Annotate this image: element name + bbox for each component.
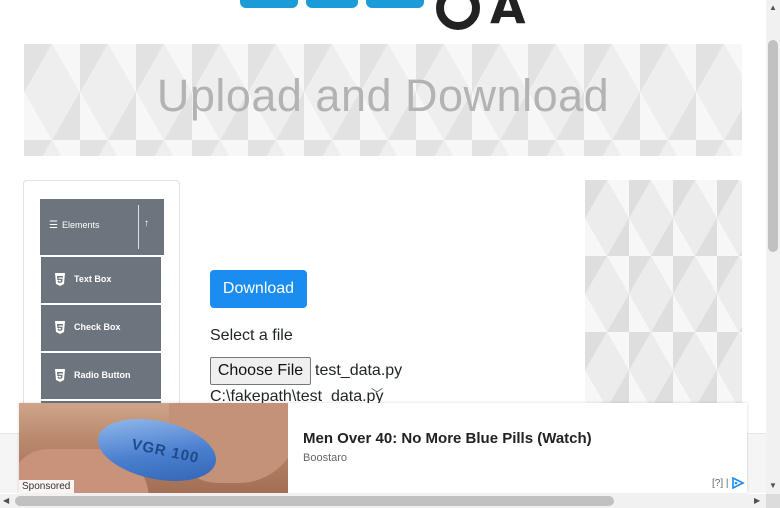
scroll-up-icon[interactable]: ▲	[769, 3, 777, 12]
page-title: Upload and Download	[156, 70, 610, 121]
horizontal-scroll-thumb[interactable]	[15, 496, 614, 506]
sidebar-item-label: Check Box	[74, 322, 121, 332]
tools-qa-logo[interactable]: A	[228, 0, 558, 36]
selected-file-name: test_data.py	[315, 362, 403, 379]
chevron-down-icon[interactable]: ﹀	[371, 385, 383, 402]
scroll-down-icon[interactable]: ▼	[769, 481, 777, 490]
ad-info-badge[interactable]: [?] |	[712, 478, 729, 489]
html5-icon	[55, 321, 65, 334]
list-icon: ☰	[49, 220, 58, 231]
horizontal-scrollbar[interactable]: ◀ ▶	[0, 494, 766, 508]
sidebar-group-label: Elements	[62, 220, 100, 230]
choose-file-button[interactable]: Choose File	[210, 357, 311, 385]
sponsored-tag: Sponsored	[19, 480, 75, 493]
sidebar-item-check-box[interactable]: Check Box	[41, 305, 161, 351]
ad-source: Boostaro	[303, 452, 348, 464]
sidebar-item-text-box[interactable]: Text Box	[41, 257, 161, 303]
logo-letter: A	[490, 0, 526, 34]
sidebar-item-label: Text Box	[74, 274, 112, 284]
sponsored-ad[interactable]: VGR 100 Sponsored Men Over 40: No More B…	[19, 403, 747, 493]
page-banner: Upload and Download	[24, 44, 742, 156]
side-ad-panel	[585, 180, 742, 440]
download-button[interactable]: Download	[210, 270, 307, 308]
logo-bar	[306, 0, 358, 8]
ad-headline[interactable]: Men Over 40: No More Blue Pills (Watch)	[303, 430, 592, 447]
arrow-up-icon[interactable]: ↑	[144, 218, 149, 229]
vertical-scroll-thumb[interactable]	[768, 40, 778, 252]
scroll-left-icon[interactable]: ◀	[3, 496, 9, 505]
sidebar: ☰ Elements ↑ Text Box Check Box Radio Bu…	[23, 180, 180, 447]
logo-bar	[240, 0, 298, 8]
scrollbar-corner	[766, 494, 780, 508]
vertical-scrollbar[interactable]: ▲ ▼	[766, 0, 780, 494]
page: A Upload and Download ☰ Elements ↑ Text …	[0, 0, 780, 508]
html5-icon	[55, 273, 65, 286]
divider	[138, 205, 139, 249]
adchoices-icon[interactable]	[731, 477, 745, 489]
logo-bar	[366, 0, 424, 8]
select-file-label: Select a file	[210, 327, 293, 344]
sidebar-item-radio-button[interactable]: Radio Button	[41, 353, 161, 399]
gear-icon	[436, 0, 480, 30]
sidebar-item-label: Radio Button	[74, 370, 131, 380]
scroll-right-icon[interactable]: ▶	[754, 496, 760, 505]
ad-image[interactable]: VGR 100 Sponsored	[19, 403, 288, 493]
html5-icon	[55, 369, 65, 382]
sidebar-group-elements[interactable]: ☰ Elements ↑	[40, 199, 164, 255]
